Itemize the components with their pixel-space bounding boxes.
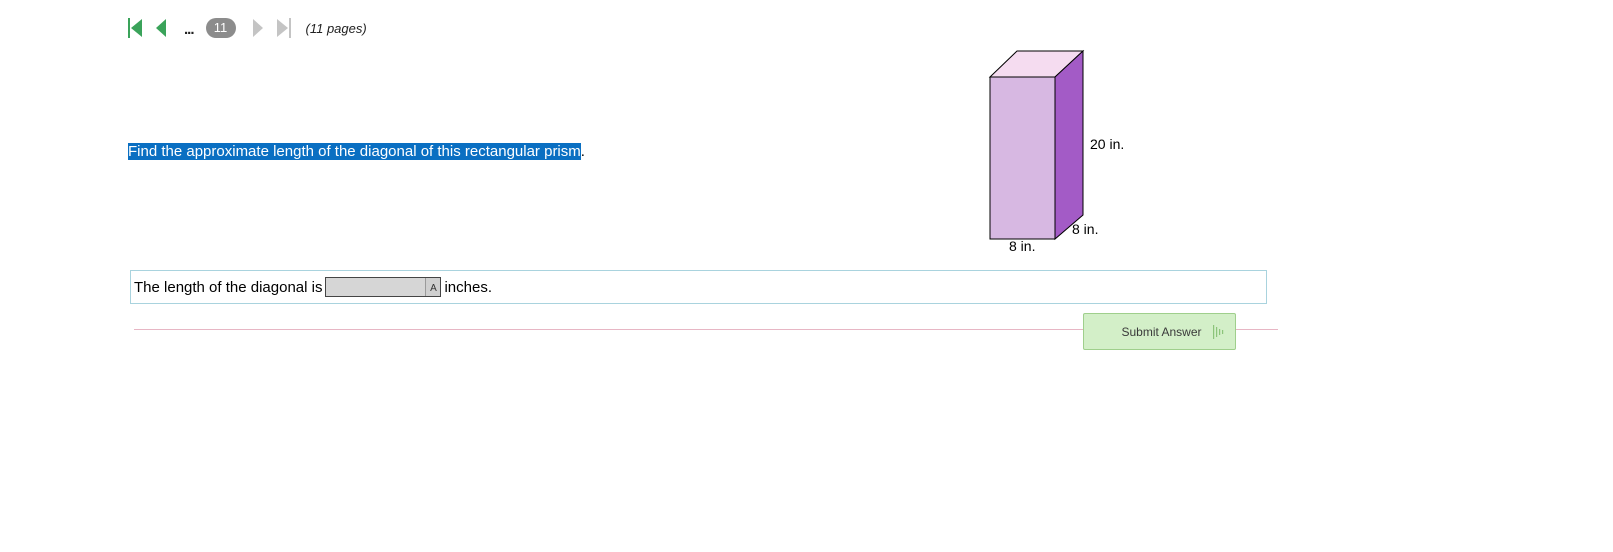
prism-side-face: [1054, 49, 1084, 241]
prism-front-face: [989, 76, 1056, 240]
last-page-icon: [276, 17, 292, 39]
highlighted-question: Find the approximate length of the diago…: [128, 143, 581, 160]
width-label: 8 in.: [1009, 238, 1036, 254]
answer-input-wrapper: A: [322, 277, 444, 297]
answer-suffix: inches.: [444, 278, 492, 296]
pager: ... 11 (11 pages): [128, 16, 367, 40]
height-label: 20 in.: [1090, 136, 1125, 152]
total-pages-label: (11 pages): [305, 20, 367, 36]
audio-bars-icon: [1213, 324, 1225, 340]
question-text: Find the approximate length of the diago…: [128, 142, 585, 161]
current-page-badge: 11: [205, 18, 236, 38]
answer-row: The length of the diagonal is A inches.: [130, 270, 1267, 304]
next-page-icon: [250, 17, 266, 39]
answer-input[interactable]: [325, 277, 442, 297]
submit-answer-label: Submit Answer: [1121, 324, 1202, 339]
submit-answer-button[interactable]: Submit Answer: [1083, 313, 1236, 350]
question-period: .: [580, 143, 585, 160]
first-page-icon[interactable]: [128, 17, 144, 39]
math-palette-icon[interactable]: A: [425, 278, 441, 296]
depth-label: 8 in.: [1072, 221, 1099, 237]
answer-prefix: The length of the diagonal is: [134, 278, 323, 296]
previous-page-icon[interactable]: [154, 17, 170, 39]
pager-ellipsis[interactable]: ...: [184, 22, 194, 37]
rectangular-prism-figure: 20 in. 8 in. 8 in.: [980, 40, 1140, 260]
